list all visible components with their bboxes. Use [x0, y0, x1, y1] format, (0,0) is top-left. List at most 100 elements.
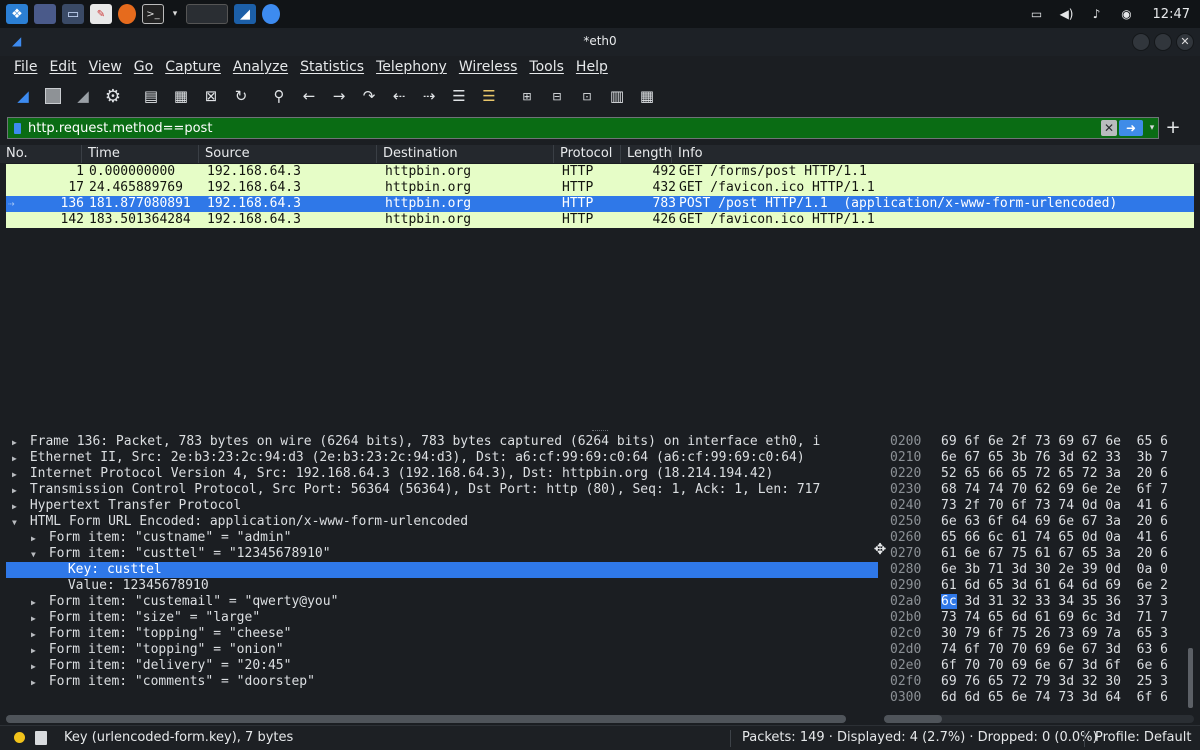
hex-row[interactable]: 02e0 6f 70 70 69 6e 67 3d 6f 6e 6	[884, 658, 1200, 674]
expand-chevron-right-icon[interactable]: ▶	[31, 675, 41, 690]
menu-file[interactable]: File	[8, 59, 43, 75]
col-header-no[interactable]: No.	[0, 145, 82, 163]
filter-history-chevron-down-icon[interactable]: ▾	[1146, 123, 1158, 133]
menu-wireless[interactable]: Wireless	[453, 59, 524, 75]
open-file-icon[interactable]: ▤	[138, 84, 164, 108]
menu-analyze[interactable]: Analyze	[227, 59, 294, 75]
hex-row[interactable]: 0240 73 2f 70 6f 73 74 0d 0a 41 6	[884, 498, 1200, 514]
expand-chevron-right-icon[interactable]: ▶	[31, 531, 41, 546]
details-horizontal-scrollbar[interactable]	[6, 715, 846, 723]
layout-icon[interactable]: ▦	[634, 84, 660, 108]
hex-row[interactable]: 0200 69 6f 6e 2f 73 69 67 6e 65 6	[884, 434, 1200, 450]
bytes-horizontal-scrollbar[interactable]	[884, 715, 1194, 723]
hex-row[interactable]: 02f0 69 76 65 72 79 3d 32 30 25 3	[884, 674, 1200, 690]
workspace-1-icon[interactable]	[186, 4, 228, 24]
expand-chevron-right-icon[interactable]: ▶	[12, 483, 22, 498]
tree-item[interactable]: ▶ Form item: "custemail" = "qwerty@you"	[6, 594, 878, 610]
browser-task-icon[interactable]	[262, 4, 280, 24]
hex-row[interactable]: 0220 52 65 66 65 72 65 72 3a 20 6	[884, 466, 1200, 482]
expand-chevron-right-icon[interactable]: ▶	[31, 627, 41, 642]
col-header-destination[interactable]: Destination	[377, 145, 554, 163]
desktop-icon[interactable]	[34, 4, 56, 24]
tree-item[interactable]: Value: 12345678910	[6, 578, 878, 594]
find-packet-search-icon[interactable]: ⚲	[266, 84, 292, 108]
col-header-length[interactable]: Length	[621, 145, 672, 163]
tree-item[interactable]: ▶ Internet Protocol Version 4, Src: 192.…	[6, 466, 878, 482]
col-header-protocol[interactable]: Protocol	[554, 145, 621, 163]
collapse-chevron-down-icon[interactable]: ▼	[12, 515, 22, 530]
tree-item[interactable]: ▶ Form item: "topping" = "cheese"	[6, 626, 878, 642]
power-icon[interactable]: ◉	[1119, 7, 1135, 21]
reload-file-icon[interactable]: ↻	[228, 84, 254, 108]
tree-item[interactable]: ▶ Form item: "topping" = "onion"	[6, 642, 878, 658]
hex-byte-highlighted[interactable]: 6c	[941, 594, 957, 609]
packet-row[interactable]: 1 0.000000000 192.168.64.3 httpbin.org H…	[6, 164, 1194, 180]
monitor-icon[interactable]: ▭	[1029, 7, 1045, 21]
add-filter-button-plus-icon[interactable]: +	[1164, 117, 1182, 139]
expand-chevron-right-icon[interactable]: ▶	[31, 595, 41, 610]
hex-row[interactable]: 0260 65 66 6c 61 74 65 0d 0a 41 6	[884, 530, 1200, 546]
stop-capture-icon[interactable]	[40, 84, 66, 108]
menu-view[interactable]: View	[83, 59, 128, 75]
hex-row[interactable]: 02d0 74 6f 70 70 69 6e 67 3d 63 6	[884, 642, 1200, 658]
expand-chevron-right-icon[interactable]: ▶	[12, 499, 22, 514]
hex-row[interactable]: 0290 61 6d 65 3d 61 64 6d 69 6e 2	[884, 578, 1200, 594]
close-button[interactable]: ✕	[1176, 33, 1194, 51]
capture-options-gear-icon[interactable]: ⚙	[100, 84, 126, 108]
tree-item[interactable]: ▼ Form item: "custtel" = "12345678910"	[6, 546, 878, 562]
expert-info-status-icon[interactable]	[14, 732, 25, 743]
restart-capture-icon[interactable]: ◢	[70, 84, 96, 108]
clock[interactable]: 12:47	[1153, 7, 1190, 22]
go-forward-arrow-icon[interactable]: →	[326, 84, 352, 108]
hex-row[interactable]: 0280 6e 3b 71 3d 30 2e 39 0d 0a 0	[884, 562, 1200, 578]
tree-item[interactable]: ▶ Form item: "custname" = "admin"	[6, 530, 878, 546]
menu-go[interactable]: Go	[128, 59, 159, 75]
volume-icon[interactable]: ◀)	[1059, 7, 1075, 21]
colorize-icon[interactable]: ☰	[476, 84, 502, 108]
wireshark-task-icon[interactable]: ◢	[234, 4, 256, 24]
tree-item[interactable]: ▼ HTML Form URL Encoded: application/x-w…	[6, 514, 878, 530]
tree-item[interactable]: ▶ Hypertext Transfer Protocol	[6, 498, 878, 514]
tree-item[interactable]: ▶ Ethernet II, Src: 2e:b3:23:2c:94:d3 (2…	[6, 450, 878, 466]
filter-bookmark-icon[interactable]	[8, 118, 26, 138]
tree-item[interactable]: ▶ Form item: "comments" = "doorstep"	[6, 674, 878, 690]
tree-item[interactable]: ▶ Form item: "size" = "large"	[6, 610, 878, 626]
text-editor-icon[interactable]: ✎	[90, 4, 112, 24]
menu-edit[interactable]: Edit	[43, 59, 82, 75]
go-back-arrow-icon[interactable]: ←	[296, 84, 322, 108]
menu-statistics[interactable]: Statistics	[294, 59, 370, 75]
expand-chevron-right-icon[interactable]: ▶	[31, 659, 41, 674]
col-header-source[interactable]: Source	[199, 145, 377, 163]
go-to-packet-icon[interactable]: ↷	[356, 84, 382, 108]
auto-scroll-icon[interactable]: ☰	[446, 84, 472, 108]
save-file-icon[interactable]: ▦	[168, 84, 194, 108]
profile-selector[interactable]: Profile: Default	[1095, 730, 1191, 745]
hex-row[interactable]: 02b0 73 74 65 6d 61 69 6c 3d 71 7	[884, 610, 1200, 626]
col-header-info[interactable]: Info	[672, 145, 1200, 163]
hex-row[interactable]: 0300 6d 6d 65 6e 74 73 3d 64 6f 6	[884, 690, 1200, 706]
tree-item[interactable]: ▶ Frame 136: Packet, 783 bytes on wire (…	[6, 434, 878, 450]
expand-chevron-right-icon[interactable]: ▶	[12, 451, 22, 466]
hex-row[interactable]: 02a0 6c 3d 31 32 33 34 35 36 37 3	[884, 594, 1200, 610]
display-filter-input[interactable]	[26, 118, 1101, 138]
hex-row[interactable]: 0210 6e 67 65 3b 76 3d 62 33 3b 7	[884, 450, 1200, 466]
menu-telephony[interactable]: Telephony	[370, 59, 453, 75]
resize-columns-icon[interactable]: ▥	[604, 84, 630, 108]
collapse-chevron-down-icon[interactable]: ▼	[31, 547, 41, 562]
capture-comment-icon[interactable]	[35, 731, 47, 745]
zoom-out-icon[interactable]: ⊟	[544, 84, 570, 108]
expand-chevron-right-icon[interactable]: ▶	[12, 467, 22, 482]
hex-row[interactable]: 0250 6e 63 6f 64 69 6e 67 3a 20 6	[884, 514, 1200, 530]
col-header-time[interactable]: Time	[82, 145, 199, 163]
zoom-in-icon[interactable]: ⊞	[514, 84, 540, 108]
terminal-icon[interactable]: >_	[142, 4, 164, 24]
minimize-button[interactable]	[1132, 33, 1150, 51]
packet-row-selected[interactable]: ⇢ 136 181.877080891 192.168.64.3 httpbin…	[6, 196, 1194, 212]
bytes-vertical-scrollbar[interactable]	[1188, 648, 1193, 708]
close-file-icon[interactable]: ⊠	[198, 84, 224, 108]
chevron-down-icon[interactable]: ▾	[170, 4, 180, 24]
hex-row[interactable]: 02c0 30 79 6f 75 26 73 69 7a 65 3	[884, 626, 1200, 642]
tree-item[interactable]: ▶ Form item: "delivery" = "20:45"	[6, 658, 878, 674]
file-manager-icon[interactable]: ▭	[62, 4, 84, 24]
notification-bell-icon[interactable]: ♪	[1089, 7, 1105, 21]
